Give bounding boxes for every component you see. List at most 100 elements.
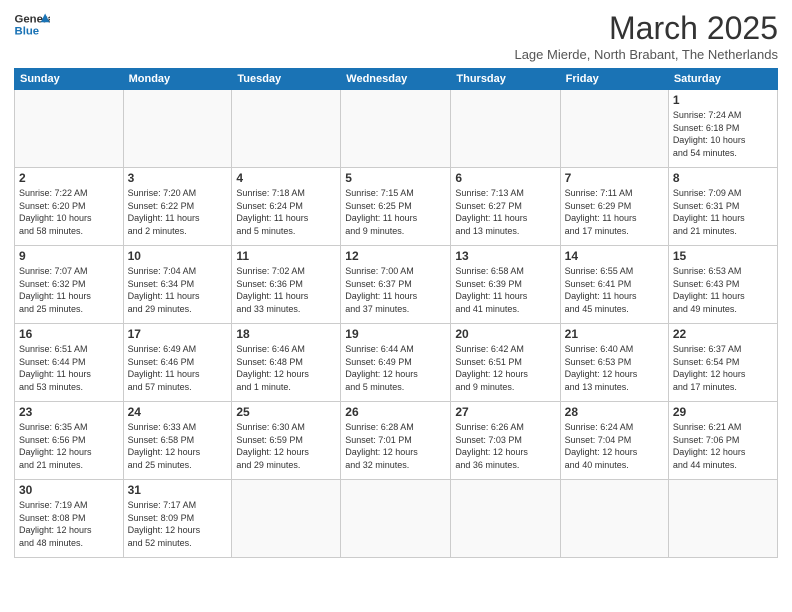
day-number: 17 bbox=[128, 327, 228, 341]
day-number: 26 bbox=[345, 405, 446, 419]
col-header-friday: Friday bbox=[560, 69, 668, 90]
calendar-cell: 27 Sunrise: 6:26 AM Sunset: 7:03 PM Dayli… bbox=[451, 402, 560, 480]
calendar-cell bbox=[451, 90, 560, 168]
day-info: Sunrise: 6:24 AM Sunset: 7:04 PM Dayligh… bbox=[565, 421, 664, 471]
day-number: 23 bbox=[19, 405, 119, 419]
header: General Blue March 2025 Lage Mierde, Nor… bbox=[14, 10, 778, 62]
calendar-cell: 13 Sunrise: 6:58 AM Sunset: 6:39 PM Dayli… bbox=[451, 246, 560, 324]
location-subtitle: Lage Mierde, North Brabant, The Netherla… bbox=[514, 47, 778, 62]
calendar-week-4: 16 Sunrise: 6:51 AM Sunset: 6:44 PM Dayli… bbox=[15, 324, 778, 402]
day-number: 22 bbox=[673, 327, 773, 341]
calendar-cell: 18Sunrise: 6:46 AM Sunset: 6:48 PM Dayli… bbox=[232, 324, 341, 402]
day-info: Sunrise: 7:24 AM Sunset: 6:18 PM Dayligh… bbox=[673, 109, 773, 159]
day-number: 4 bbox=[236, 171, 336, 185]
calendar-cell: 26 Sunrise: 6:28 AM Sunset: 7:01 PM Dayli… bbox=[341, 402, 451, 480]
page: General Blue March 2025 Lage Mierde, Nor… bbox=[0, 0, 792, 568]
calendar-cell: 8 Sunrise: 7:09 AM Sunset: 6:31 PM Daylig… bbox=[668, 168, 777, 246]
calendar-cell: 31Sunrise: 7:17 AM Sunset: 8:09 PM Dayli… bbox=[123, 480, 232, 558]
day-info: Sunrise: 7:09 AM Sunset: 6:31 PM Dayligh… bbox=[673, 187, 773, 237]
generalblue-logo-icon: General Blue bbox=[14, 10, 50, 38]
calendar-cell: 15Sunrise: 6:53 AM Sunset: 6:43 PM Dayli… bbox=[668, 246, 777, 324]
day-info: Sunrise: 6:55 AM Sunset: 6:41 PM Dayligh… bbox=[565, 265, 664, 315]
calendar-cell bbox=[232, 480, 341, 558]
day-info: Sunrise: 7:13 AM Sunset: 6:27 PM Dayligh… bbox=[455, 187, 555, 237]
calendar-cell: 1 Sunrise: 7:24 AM Sunset: 6:18 PM Daylig… bbox=[668, 90, 777, 168]
calendar-cell bbox=[341, 480, 451, 558]
calendar-cell: 14Sunrise: 6:55 AM Sunset: 6:41 PM Dayli… bbox=[560, 246, 668, 324]
day-number: 8 bbox=[673, 171, 773, 185]
calendar-cell: 17 Sunrise: 6:49 AM Sunset: 6:46 PM Dayli… bbox=[123, 324, 232, 402]
calendar-cell: 11Sunrise: 7:02 AM Sunset: 6:36 PM Dayli… bbox=[232, 246, 341, 324]
title-block: March 2025 Lage Mierde, North Brabant, T… bbox=[514, 10, 778, 62]
day-number: 21 bbox=[565, 327, 664, 341]
day-info: Sunrise: 6:49 AM Sunset: 6:46 PM Dayligh… bbox=[128, 343, 228, 393]
day-info: Sunrise: 6:51 AM Sunset: 6:44 PM Dayligh… bbox=[19, 343, 119, 393]
day-number: 18 bbox=[236, 327, 336, 341]
col-header-thursday: Thursday bbox=[451, 69, 560, 90]
calendar-week-6: 30Sunrise: 7:19 AM Sunset: 8:08 PM Dayli… bbox=[15, 480, 778, 558]
calendar-cell bbox=[560, 480, 668, 558]
calendar-cell bbox=[451, 480, 560, 558]
day-info: Sunrise: 6:40 AM Sunset: 6:53 PM Dayligh… bbox=[565, 343, 664, 393]
day-info: Sunrise: 6:35 AM Sunset: 6:56 PM Dayligh… bbox=[19, 421, 119, 471]
calendar-cell: 23 Sunrise: 6:35 AM Sunset: 6:56 PM Dayli… bbox=[15, 402, 124, 480]
day-info: Sunrise: 6:42 AM Sunset: 6:51 PM Dayligh… bbox=[455, 343, 555, 393]
day-info: Sunrise: 6:26 AM Sunset: 7:03 PM Dayligh… bbox=[455, 421, 555, 471]
day-info: Sunrise: 6:44 AM Sunset: 6:49 PM Dayligh… bbox=[345, 343, 446, 393]
svg-text:Blue: Blue bbox=[15, 26, 40, 38]
day-number: 31 bbox=[128, 483, 228, 497]
day-number: 27 bbox=[455, 405, 555, 419]
col-header-saturday: Saturday bbox=[668, 69, 777, 90]
day-number: 1 bbox=[673, 93, 773, 107]
day-info: Sunrise: 6:28 AM Sunset: 7:01 PM Dayligh… bbox=[345, 421, 446, 471]
day-number: 16 bbox=[19, 327, 119, 341]
calendar-cell: 5Sunrise: 7:15 AM Sunset: 6:25 PM Daylig… bbox=[341, 168, 451, 246]
calendar-cell bbox=[560, 90, 668, 168]
calendar-cell: 30Sunrise: 7:19 AM Sunset: 8:08 PM Dayli… bbox=[15, 480, 124, 558]
calendar-cell: 4 Sunrise: 7:18 AM Sunset: 6:24 PM Daylig… bbox=[232, 168, 341, 246]
calendar-cell: 21 Sunrise: 6:40 AM Sunset: 6:53 PM Dayli… bbox=[560, 324, 668, 402]
calendar-cell bbox=[232, 90, 341, 168]
calendar-cell: 2Sunrise: 7:22 AM Sunset: 6:20 PM Daylig… bbox=[15, 168, 124, 246]
day-number: 15 bbox=[673, 249, 773, 263]
calendar-week-1: 1 Sunrise: 7:24 AM Sunset: 6:18 PM Daylig… bbox=[15, 90, 778, 168]
calendar-cell: 7Sunrise: 7:11 AM Sunset: 6:29 PM Daylig… bbox=[560, 168, 668, 246]
calendar-cell: 19 Sunrise: 6:44 AM Sunset: 6:49 PM Dayli… bbox=[341, 324, 451, 402]
calendar-week-2: 2Sunrise: 7:22 AM Sunset: 6:20 PM Daylig… bbox=[15, 168, 778, 246]
calendar-cell bbox=[123, 90, 232, 168]
calendar-cell: 3Sunrise: 7:20 AM Sunset: 6:22 PM Daylig… bbox=[123, 168, 232, 246]
day-number: 19 bbox=[345, 327, 446, 341]
calendar-cell: 24 Sunrise: 6:33 AM Sunset: 6:58 PM Dayli… bbox=[123, 402, 232, 480]
calendar-cell bbox=[668, 480, 777, 558]
day-info: Sunrise: 7:22 AM Sunset: 6:20 PM Dayligh… bbox=[19, 187, 119, 237]
calendar-cell: 29Sunrise: 6:21 AM Sunset: 7:06 PM Dayli… bbox=[668, 402, 777, 480]
day-info: Sunrise: 7:20 AM Sunset: 6:22 PM Dayligh… bbox=[128, 187, 228, 237]
day-info: Sunrise: 6:21 AM Sunset: 7:06 PM Dayligh… bbox=[673, 421, 773, 471]
month-title: March 2025 bbox=[514, 10, 778, 47]
calendar-cell bbox=[15, 90, 124, 168]
day-info: Sunrise: 6:37 AM Sunset: 6:54 PM Dayligh… bbox=[673, 343, 773, 393]
calendar-table: SundayMondayTuesdayWednesdayThursdayFrid… bbox=[14, 68, 778, 558]
day-number: 28 bbox=[565, 405, 664, 419]
col-header-wednesday: Wednesday bbox=[341, 69, 451, 90]
day-number: 10 bbox=[128, 249, 228, 263]
calendar-header-row: SundayMondayTuesdayWednesdayThursdayFrid… bbox=[15, 69, 778, 90]
day-number: 11 bbox=[236, 249, 336, 263]
calendar-week-5: 23 Sunrise: 6:35 AM Sunset: 6:56 PM Dayli… bbox=[15, 402, 778, 480]
day-info: Sunrise: 6:58 AM Sunset: 6:39 PM Dayligh… bbox=[455, 265, 555, 315]
day-number: 9 bbox=[19, 249, 119, 263]
day-number: 25 bbox=[236, 405, 336, 419]
logo: General Blue bbox=[14, 10, 50, 38]
day-info: Sunrise: 7:18 AM Sunset: 6:24 PM Dayligh… bbox=[236, 187, 336, 237]
calendar-week-3: 9Sunrise: 7:07 AM Sunset: 6:32 PM Daylig… bbox=[15, 246, 778, 324]
day-number: 13 bbox=[455, 249, 555, 263]
day-number: 5 bbox=[345, 171, 446, 185]
day-info: Sunrise: 6:33 AM Sunset: 6:58 PM Dayligh… bbox=[128, 421, 228, 471]
col-header-tuesday: Tuesday bbox=[232, 69, 341, 90]
day-number: 24 bbox=[128, 405, 228, 419]
calendar-cell: 20Sunrise: 6:42 AM Sunset: 6:51 PM Dayli… bbox=[451, 324, 560, 402]
calendar-cell: 9Sunrise: 7:07 AM Sunset: 6:32 PM Daylig… bbox=[15, 246, 124, 324]
calendar-cell: 28 Sunrise: 6:24 AM Sunset: 7:04 PM Dayli… bbox=[560, 402, 668, 480]
calendar-cell: 12Sunrise: 7:00 AM Sunset: 6:37 PM Dayli… bbox=[341, 246, 451, 324]
calendar-cell: 10Sunrise: 7:04 AM Sunset: 6:34 PM Dayli… bbox=[123, 246, 232, 324]
